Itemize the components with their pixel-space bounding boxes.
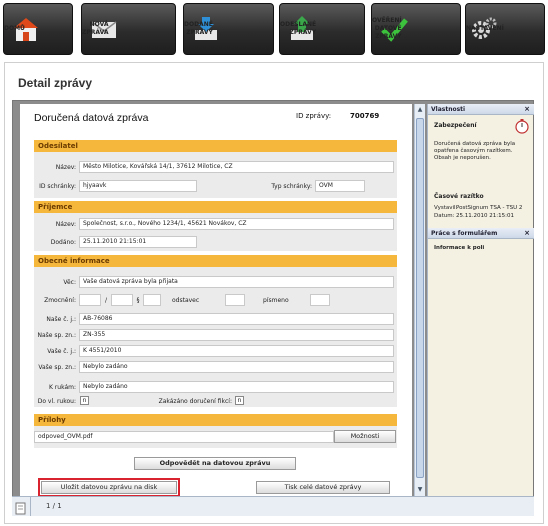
properties-header: Vlastnosti ×	[428, 104, 534, 115]
nav-verify-button[interactable]: OVĚŘENÍ DATOVÉ ZPRÁVY	[371, 3, 461, 55]
nav-new-message-button[interactable]: NOVÁ ZPRÁVA	[81, 3, 176, 55]
sender-box-id-field[interactable]: hjyaavk	[79, 180, 197, 192]
attention-label: K rukám:	[48, 384, 76, 391]
nav-new-message-label: NOVÁ ZPRÁVA	[82, 21, 109, 36]
close-icon[interactable]: ×	[524, 104, 530, 115]
fiction-forbidden-checkbox[interactable]: n	[235, 396, 244, 405]
authorization-slash: /	[104, 297, 108, 304]
top-navigation: DOMŮ NOVÁ ZPRÁVA DODANÉ ZPRÁVY ODESLANÉ …	[0, 0, 548, 60]
issued-label: Vystavil:	[434, 205, 458, 211]
personal-delivery-checkbox[interactable]: n	[80, 396, 89, 405]
your-ref-label: Vaše č. j.:	[47, 348, 76, 355]
nav-received-label: DODANÉ ZPRÁVY	[184, 21, 213, 36]
authorization-label: Zmocnění:	[44, 297, 76, 304]
document-scrollbar[interactable]: ▲ ▼	[414, 104, 425, 496]
security-title: Zabezpečení	[434, 122, 477, 129]
pismeno-field[interactable]	[310, 294, 330, 306]
authorization-number-field[interactable]	[111, 294, 133, 306]
nav-settings-button[interactable]: NASTAVENÍ	[465, 3, 545, 55]
nav-home-button[interactable]: DOMŮ	[3, 3, 73, 55]
page-title: Detail zprávy	[18, 76, 93, 90]
subject-label: Věc:	[63, 279, 76, 286]
save-button-highlight	[38, 478, 180, 497]
nav-verify-label: OVĚŘENÍ DATOVÉ ZPRÁVY	[372, 17, 402, 40]
page-indicator: 1 / 1	[46, 502, 62, 510]
nav-settings-label: NASTAVENÍ	[466, 25, 504, 32]
sender-box-id-label: ID schránky:	[39, 183, 76, 190]
security-text: Doručená datová zpráva byla opatřena čas…	[434, 141, 516, 161]
properties-sidebar: Vlastnosti × Zabezpečení Doručená datová…	[427, 104, 534, 496]
attachment-file[interactable]: odpoved_OVM.pdf	[34, 431, 334, 443]
stopwatch-icon	[514, 118, 530, 138]
fiction-forbidden-label: Zakázáno doručení fikcí:	[158, 398, 232, 405]
our-ref-field[interactable]: AB-76086	[79, 313, 394, 325]
sender-name-field[interactable]: Město Milotice, Kovářská 14/1, 37612 Mil…	[79, 161, 394, 173]
status-divider	[30, 497, 31, 516]
delivered-label: Dodáno:	[50, 239, 76, 246]
timestamp-title: Časové razítko	[434, 193, 484, 200]
your-file-label: Vaše sp. zn.:	[38, 364, 76, 371]
scroll-down-arrow-icon[interactable]: ▼	[416, 486, 424, 494]
sender-box-type-field[interactable]: OVM	[315, 180, 365, 192]
message-id-value: 700769	[350, 112, 380, 120]
delivered-field[interactable]: 25.11.2010 21:15:01	[79, 236, 197, 248]
your-file-field[interactable]: Nebylo zadáno	[79, 361, 394, 373]
scroll-up-arrow-icon[interactable]: ▲	[416, 106, 424, 114]
subject-field[interactable]: Vaše datová zpráva byla přijata	[79, 276, 394, 288]
personal-delivery-label: Do vl. rukou:	[37, 398, 76, 405]
message-id-label: ID zprávy:	[296, 112, 332, 120]
recipient-name-label: Název:	[55, 221, 76, 228]
nav-received-button[interactable]: DODANÉ ZPRÁVY	[183, 3, 274, 55]
attachments-section-header: Přílohy	[34, 414, 397, 426]
scroll-thumb[interactable]	[416, 118, 424, 478]
paragraph-sign: §	[136, 297, 140, 304]
forms-title: Práce s formulářem	[431, 230, 498, 237]
general-section-header: Obecné informace	[34, 255, 397, 267]
date-value: 25.11.2010 21:15:01	[456, 213, 514, 219]
recipient-name-field[interactable]: Společnost, s.r.o., Nového 1234/1, 45621…	[79, 218, 394, 230]
sender-name-label: Název:	[55, 164, 76, 171]
forms-header: Práce s formulářem ×	[428, 228, 534, 239]
paragraph-field[interactable]	[143, 294, 161, 306]
issued-value: PostSignum TSA - TSU 2	[456, 205, 523, 211]
sender-box-type-label: Typ schránky:	[271, 183, 312, 190]
page-icon	[15, 500, 27, 519]
nav-sent-button[interactable]: ODESLANÉ ZPRÁVY	[279, 3, 365, 55]
authorization-year-field[interactable]	[79, 294, 101, 306]
odstavec-field[interactable]	[225, 294, 245, 306]
attachment-options-button[interactable]: Možnosti	[334, 430, 396, 443]
date-label: Datum:	[434, 213, 455, 219]
print-button[interactable]: Tisk celé datové zprávy	[256, 481, 390, 494]
viewer-status-bar: 1 / 1	[12, 496, 534, 516]
our-ref-label: Naše č. j.:	[46, 316, 76, 323]
your-ref-field[interactable]: K 4551/2010	[79, 345, 394, 357]
odstavec-label: odstavec	[172, 297, 200, 304]
nav-home-label: DOMŮ	[4, 25, 25, 32]
our-file-label: Naše sp. zn.:	[37, 332, 76, 339]
reply-button[interactable]: Odpovědět na datovou zprávu	[134, 457, 296, 470]
nav-sent-label: ODESLANÉ ZPRÁVY	[280, 21, 317, 36]
document-title: Doručená datová zpráva	[34, 112, 149, 124]
field-info-title: Informace k poli	[434, 245, 485, 251]
our-file-field[interactable]: ZN-355	[79, 329, 394, 341]
sender-section-header: Odesílatel	[34, 140, 397, 152]
recipient-section-header: Příjemce	[34, 201, 397, 213]
pismeno-label: písmeno	[263, 297, 289, 304]
attention-field[interactable]: Nebylo zadáno	[79, 381, 394, 393]
forms-close-icon[interactable]: ×	[524, 228, 530, 239]
properties-title: Vlastnosti	[431, 106, 466, 113]
